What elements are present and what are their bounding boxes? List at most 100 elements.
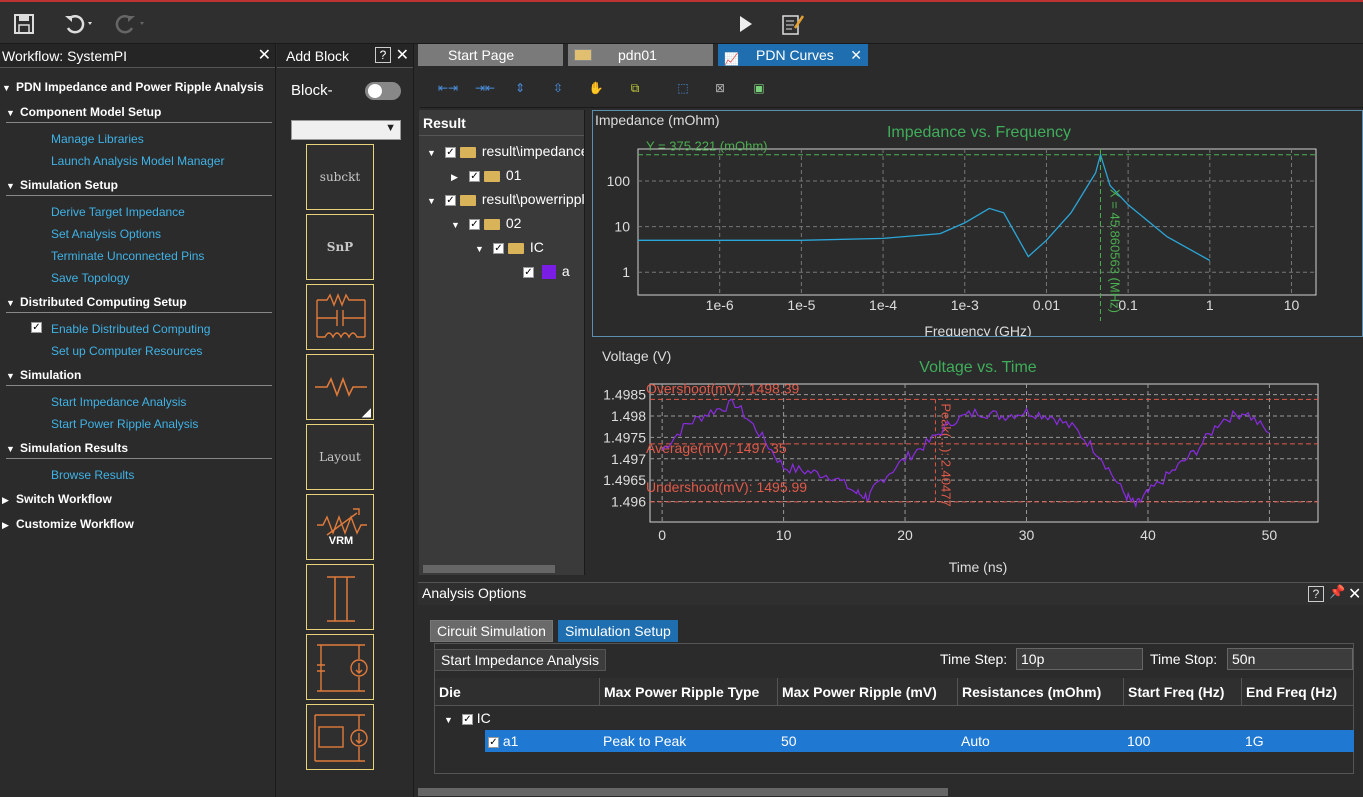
cell-ripple-type[interactable]: Peak to Peak [603, 730, 686, 752]
tab-circuit-simulation[interactable]: Circuit Simulation [430, 620, 553, 642]
copy-icon[interactable]: ⧉ [627, 80, 643, 96]
block-layout[interactable]: Layout [306, 424, 374, 490]
link-save-topology[interactable]: Save Topology [51, 267, 130, 289]
tree-node-powerripple[interactable]: ▼ ✓ result\powerripple [427, 188, 584, 210]
link-start-power-ripple-analysis[interactable]: Start Power Ripple Analysis [51, 413, 198, 435]
undo-icon[interactable] [62, 10, 92, 38]
zoom-in-y-icon[interactable]: ⇕ [512, 80, 528, 96]
impedance-marker-y-label: Y = 375.221 (mOhm) [646, 139, 768, 154]
section-simulation-results[interactable]: ▼ Simulation Results [6, 437, 272, 459]
tab-simulation-setup[interactable]: Simulation Setup [558, 620, 678, 642]
col-die[interactable]: Die [435, 678, 600, 706]
close-icon[interactable]: ✕ [258, 44, 271, 68]
cell-start-freq[interactable]: 100 [1127, 730, 1150, 752]
help-icon[interactable]: ? [375, 47, 391, 63]
save-icon[interactable] [10, 10, 38, 38]
col-resistances[interactable]: Resistances (mOhm) [958, 678, 1124, 706]
close-icon[interactable]: ✕ [850, 44, 862, 66]
horizontal-scrollbar[interactable] [423, 565, 555, 573]
zoom-out-y-icon[interactable]: ⇳ [550, 80, 566, 96]
zoom-out-x-icon[interactable]: ⇥⇤ [475, 80, 495, 96]
voltage-xlabel: Time (ns) [949, 559, 1008, 575]
section-distributed-computing-setup[interactable]: ▼ Distributed Computing Setup [6, 291, 272, 313]
section-simulation-setup[interactable]: ▼ Simulation Setup [6, 174, 272, 196]
link-enable-distributed-computing[interactable]: Enable Distributed Computing [51, 318, 210, 340]
play-icon[interactable] [732, 10, 760, 38]
tab-start-page[interactable]: Start Page [418, 44, 563, 66]
impedance-xtick: 1e-3 [951, 297, 979, 313]
table-row-group[interactable]: ▼ ✓ IC [444, 707, 491, 729]
link-manage-libraries[interactable]: Manage Libraries [51, 128, 144, 150]
col-max-power-ripple-type[interactable]: Max Power Ripple Type [600, 678, 778, 706]
link-start-impedance-analysis[interactable]: Start Impedance Analysis [51, 391, 186, 413]
link-terminate-unconnected-pins[interactable]: Terminate Unconnected Pins [51, 245, 204, 267]
tree-node-ic[interactable]: ▼ ✓ IC [475, 236, 544, 258]
section-simulation[interactable]: ▼ Simulation [6, 364, 272, 386]
row-checkbox[interactable]: ✓ [488, 736, 499, 748]
section-component-model-setup[interactable]: ▼ Component Model Setup [6, 101, 272, 123]
select-box-icon[interactable]: ⬚ [675, 80, 691, 96]
time-stop-input[interactable]: 50n [1227, 648, 1353, 670]
block-vrm[interactable]: VRM [306, 494, 374, 560]
result-tree: Result ▼ ✓ result\impedance ▶ ✓ 01 ▼ ✓ resu… [419, 110, 585, 575]
impedance-plot[interactable]: Impedance (mOhm) Impedance vs. Frequency… [592, 110, 1363, 337]
zoom-fit-icon[interactable]: ▣ [751, 80, 767, 96]
block-time-source[interactable] [306, 704, 374, 770]
voltage-title: Voltage vs. Time [919, 359, 1036, 376]
cell-resistances[interactable]: Auto [961, 730, 990, 752]
link-set-up-computer-resources[interactable]: Set up Computer Resources [51, 340, 202, 362]
tree-node-02[interactable]: ▼ ✓ 02 [451, 212, 521, 234]
analysis-title: Analysis Options [422, 585, 527, 601]
expand-icon[interactable]: ◢ [362, 405, 371, 419]
tree-node-01[interactable]: ▶ ✓ 01 [451, 164, 521, 186]
voltage-plot[interactable]: Voltage (V) Voltage vs. Time Time (ns) 1… [592, 345, 1363, 575]
pin-icon[interactable]: 📌 [1329, 584, 1345, 600]
pan-icon[interactable]: ✋ [588, 80, 604, 96]
col-max-power-ripple[interactable]: Max Power Ripple (mV) [778, 678, 958, 706]
block-snp[interactable]: SnP [306, 214, 374, 280]
block-toggle[interactable] [365, 82, 401, 100]
tab-pdn-curves[interactable]: 📈 PDN Curves ✕ [718, 44, 868, 66]
impedance-ytick: 10 [614, 219, 630, 235]
cell-ripple[interactable]: 50 [781, 730, 797, 752]
horizontal-scrollbar[interactable] [418, 788, 948, 796]
col-start-freq[interactable]: Start Freq (Hz) [1124, 678, 1242, 706]
time-step-input[interactable]: 10p [1016, 648, 1143, 670]
fit-icon[interactable]: ⊠ [712, 80, 728, 96]
block-rlc[interactable] [306, 284, 374, 350]
workflow-root[interactable]: ▼ PDN Impedance and Power Ripple Analysis [2, 76, 264, 98]
impedance-ylabel: Impedance (mOhm) [595, 112, 719, 128]
help-icon[interactable]: ? [1308, 586, 1324, 602]
cell-end-freq[interactable]: 1G [1245, 730, 1264, 752]
close-icon[interactable]: ✕ [1348, 584, 1361, 604]
impedance-marker-x-label: X = 45.860563 (MHz) [1107, 189, 1122, 313]
close-icon[interactable]: ✕ [396, 44, 409, 68]
link-derive-target-impedance[interactable]: Derive Target Impedance [51, 201, 185, 223]
report-icon[interactable] [778, 10, 806, 38]
block-subckt[interactable]: subckt [306, 144, 374, 210]
tab-pdn01[interactable]: pdn01 [568, 44, 713, 66]
link-browse-results[interactable]: Browse Results [51, 464, 134, 486]
block-current-source[interactable] [306, 634, 374, 700]
enable-distributed-checkbox[interactable]: ✓ [31, 322, 42, 333]
tree-node-impedance[interactable]: ▼ ✓ result\impedance [427, 140, 584, 162]
switch-workflow[interactable]: ▶ Switch Workflow [2, 488, 112, 510]
voltage-ytick: 1.4985 [603, 387, 646, 403]
block-resistor[interactable]: ◢ [306, 354, 374, 420]
link-launch-analysis-model-manager[interactable]: Launch Analysis Model Manager [51, 150, 224, 172]
table-row[interactable]: ✓ a1 Peak to Peak 50 Auto 100 1G [485, 730, 1354, 752]
customize-workflow[interactable]: ▶ Customize Workflow [2, 513, 134, 535]
impedance-chart[interactable]: Impedance (mOhm) Impedance vs. Frequency… [593, 111, 1362, 336]
workflow-title: Workflow: SystemPI [2, 48, 127, 64]
voltage-chart[interactable]: Voltage (V) Voltage vs. Time Time (ns) 1… [592, 345, 1363, 575]
zoom-in-x-icon[interactable]: ⇤⇥ [438, 80, 458, 96]
redo-icon[interactable] [112, 10, 144, 38]
tree-node-a[interactable]: ✓ a [523, 260, 570, 282]
voltage-xtick: 30 [1019, 527, 1035, 543]
link-set-analysis-options[interactable]: Set Analysis Options [51, 223, 161, 245]
impedance-xtick: 1 [1206, 297, 1214, 313]
col-end-freq[interactable]: End Freq (Hz) [1242, 678, 1353, 706]
block-transmission-line[interactable] [306, 564, 374, 630]
block-select[interactable]: ▼ [291, 120, 401, 140]
start-impedance-analysis-button[interactable]: Start Impedance Analysis [434, 649, 606, 671]
